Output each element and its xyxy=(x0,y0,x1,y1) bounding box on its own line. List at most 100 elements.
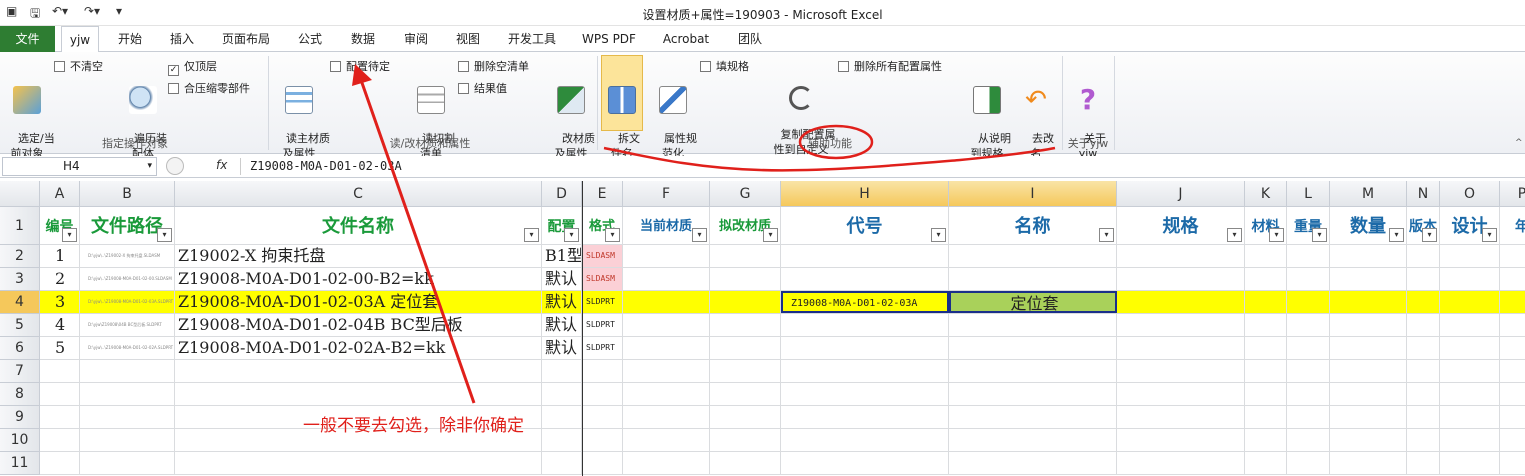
filter-dropdown-icon[interactable]: ▾ xyxy=(1269,228,1284,242)
cell-M6[interactable] xyxy=(1330,337,1407,359)
empty-cell[interactable] xyxy=(623,452,710,474)
cell-D3[interactable]: 默认 xyxy=(542,268,582,290)
tab-formulas[interactable]: 公式 xyxy=(290,26,330,52)
cell-K5[interactable] xyxy=(1245,314,1287,336)
select-current-button[interactable]: 选定/当 前对象 xyxy=(4,56,55,161)
empty-cell[interactable] xyxy=(1287,383,1330,405)
empty-cell[interactable] xyxy=(781,383,949,405)
cell-B4[interactable]: D:\yjw\..\Z19008-M0A-D01-02-03A.SLDPRT xyxy=(80,291,175,313)
empty-cell[interactable] xyxy=(40,383,80,405)
header-cell-I[interactable]: 名称 ▾ xyxy=(949,207,1117,244)
cell-M5[interactable] xyxy=(1330,314,1407,336)
header-cell-L[interactable]: 重量 ▾ xyxy=(1287,207,1330,244)
cell-F4[interactable] xyxy=(623,291,710,313)
empty-cell[interactable] xyxy=(175,383,542,405)
filter-dropdown-icon[interactable]: ▾ xyxy=(692,228,707,242)
empty-cell[interactable] xyxy=(175,360,542,382)
empty-cell[interactable] xyxy=(1287,452,1330,474)
row-header[interactable]: 8 xyxy=(0,383,40,406)
header-cell-D[interactable]: 配置 ▾ xyxy=(542,207,582,244)
cell-J2[interactable] xyxy=(1117,245,1245,267)
empty-cell[interactable] xyxy=(1500,429,1525,451)
cell-L5[interactable] xyxy=(1287,314,1330,336)
cell-N6[interactable] xyxy=(1407,337,1440,359)
tab-developer[interactable]: 开发工具 xyxy=(502,26,562,52)
cell-A2[interactable]: 1 xyxy=(40,245,80,267)
cell-J3[interactable] xyxy=(1117,268,1245,290)
empty-cell[interactable] xyxy=(710,406,781,428)
cell-L3[interactable] xyxy=(1287,268,1330,290)
cell-I3[interactable] xyxy=(949,268,1117,290)
column-header-N[interactable]: N xyxy=(1407,181,1440,207)
cell-H2[interactable] xyxy=(781,245,949,267)
read-main-material-button[interactable]: 读主材质 及属性 xyxy=(272,56,330,161)
header-cell-B[interactable]: 文件路径 ▾ xyxy=(80,207,175,244)
cell-N4[interactable] xyxy=(1407,291,1440,313)
empty-cell[interactable] xyxy=(1330,452,1407,474)
cell-H4[interactable]: Z19008-M0A-D01-02-03A xyxy=(781,291,949,313)
empty-cell[interactable] xyxy=(582,429,623,451)
empty-cell[interactable] xyxy=(781,452,949,474)
empty-cell[interactable] xyxy=(1407,383,1440,405)
cell-P6[interactable] xyxy=(1500,337,1525,359)
cell-B5[interactable]: D:\yjw\Z19008\04B BC型后板.SLDPRT xyxy=(80,314,175,336)
cell-A4[interactable]: 3 xyxy=(40,291,80,313)
filter-dropdown-icon[interactable]: ▾ xyxy=(1422,228,1437,242)
cell-L6[interactable] xyxy=(1287,337,1330,359)
empty-cell[interactable] xyxy=(542,429,582,451)
cell-J4[interactable] xyxy=(1117,291,1245,313)
cell-D2[interactable]: B1型 xyxy=(542,245,582,267)
cell-O5[interactable] xyxy=(1440,314,1500,336)
tab-home[interactable]: 开始 xyxy=(110,26,150,52)
empty-cell[interactable] xyxy=(1500,383,1525,405)
cell-E3[interactable]: SLDASM xyxy=(582,268,623,290)
empty-cell[interactable] xyxy=(623,406,710,428)
filter-dropdown-icon[interactable]: ▾ xyxy=(1389,228,1404,242)
column-header-F[interactable]: F xyxy=(623,181,710,207)
empty-cell[interactable] xyxy=(40,360,80,382)
cell-C2[interactable]: Z19002-X 拘束托盘 xyxy=(175,245,542,267)
column-header-M[interactable]: M xyxy=(1330,181,1407,207)
cell-L4[interactable] xyxy=(1287,291,1330,313)
cell-D5[interactable]: 默认 xyxy=(542,314,582,336)
cell-C5[interactable]: Z19008-M0A-D01-02-04B BC型后板 xyxy=(175,314,542,336)
cell-B2[interactable]: D:\yjw\..\Z19002-X 拘束托盘.SLDASM xyxy=(80,245,175,267)
cell-N5[interactable] xyxy=(1407,314,1440,336)
empty-cell[interactable] xyxy=(949,452,1117,474)
cell-B6[interactable]: D:\yjw\..\Z19008-M0A-D01-02-02A.SLDPRT xyxy=(80,337,175,359)
column-header-G[interactable]: G xyxy=(710,181,781,207)
checkbox-config-pending[interactable]: 配置待定 xyxy=(330,60,390,74)
collapse-ribbon-icon[interactable]: ^ xyxy=(1515,138,1523,148)
empty-cell[interactable] xyxy=(1407,429,1440,451)
cell-C4[interactable]: Z19008-M0A-D01-02-03A 定位套 xyxy=(175,291,542,313)
filter-dropdown-icon[interactable]: ▾ xyxy=(931,228,946,242)
cell-F5[interactable] xyxy=(623,314,710,336)
checkbox-noclear[interactable]: 不清空 xyxy=(54,60,103,74)
tab-view[interactable]: 视图 xyxy=(448,26,488,52)
column-header-L[interactable]: L xyxy=(1287,181,1330,207)
cell-J6[interactable] xyxy=(1117,337,1245,359)
cell-I2[interactable] xyxy=(949,245,1117,267)
cell-K4[interactable] xyxy=(1245,291,1287,313)
header-cell-H[interactable]: 代号 ▾ xyxy=(781,207,949,244)
column-header-K[interactable]: K xyxy=(1245,181,1287,207)
empty-cell[interactable] xyxy=(623,383,710,405)
tab-data[interactable]: 数据 xyxy=(343,26,383,52)
column-header-B[interactable]: B xyxy=(80,181,175,207)
cell-E4[interactable]: SLDPRT xyxy=(582,291,623,313)
column-header-P[interactable]: P xyxy=(1500,181,1525,207)
filter-dropdown-icon[interactable]: ▾ xyxy=(62,228,77,242)
checkbox-toplevel[interactable]: ✓ 仅顶层 xyxy=(168,60,217,76)
checkbox-box[interactable] xyxy=(458,83,469,94)
row-header[interactable]: 7 xyxy=(0,360,40,383)
cell-H3[interactable] xyxy=(781,268,949,290)
empty-cell[interactable] xyxy=(1440,429,1500,451)
column-header-E[interactable]: E xyxy=(582,181,623,207)
empty-cell[interactable] xyxy=(623,429,710,451)
column-header-O[interactable]: O xyxy=(1440,181,1500,207)
row-header[interactable]: 4 xyxy=(0,291,40,314)
empty-cell[interactable] xyxy=(949,406,1117,428)
column-header-A[interactable]: A xyxy=(40,181,80,207)
remove-rename-button[interactable]: ↶ 去改 名 xyxy=(1016,56,1056,161)
desc-to-spec-button[interactable]: 从说明 到规格 xyxy=(964,56,1011,161)
